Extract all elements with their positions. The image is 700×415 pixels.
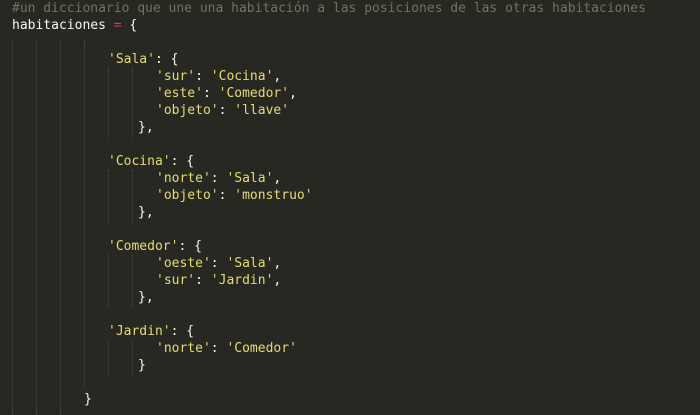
- entry-value: 'Cocina': [210, 69, 274, 84]
- room-close-line: },: [138, 205, 154, 220]
- room-key: 'Sala': [108, 52, 155, 67]
- room-key-line: 'Sala': {: [108, 52, 179, 67]
- entry-key: 'este': [156, 86, 203, 101]
- code-line-declaration: habitaciones = {: [12, 17, 137, 34]
- room-entry-line: 'objeto': 'monstruo': [156, 188, 313, 203]
- entry-key: 'oeste': [156, 256, 211, 271]
- indent-guide: [108, 340, 109, 375]
- room-key: 'Jardin': [108, 324, 171, 339]
- entry-value: 'Sala': [226, 171, 274, 186]
- entry-key: 'sur': [156, 273, 196, 288]
- room-close-line: }: [138, 358, 146, 373]
- entry-key: 'objeto': [156, 103, 219, 118]
- room-entry-line: 'objeto': 'llave': [156, 103, 290, 118]
- indent-guide: [60, 40, 61, 415]
- indent-guide: [132, 340, 133, 375]
- entry-key: 'sur': [156, 69, 196, 84]
- code-editor[interactable]: #un diccionario que une una habitación a…: [0, 0, 700, 415]
- entry-value: 'llave': [234, 103, 290, 118]
- entry-comma: ,: [273, 171, 282, 186]
- room-key-line: 'Jardin': {: [108, 324, 195, 339]
- room-key: 'Cocina': [108, 154, 171, 169]
- close-brace: }: [84, 392, 92, 407]
- room-entry-line: 'oeste': 'Sala',: [156, 256, 282, 271]
- room-key: 'Comedor': [108, 239, 179, 254]
- code-comment-line: #un diccionario que une una habitación a…: [12, 1, 646, 16]
- entry-key: 'objeto': [156, 188, 219, 203]
- entry-value: 'Comedor': [226, 341, 297, 356]
- entry-value: 'Jardin': [210, 273, 274, 288]
- entry-value: 'Sala': [226, 256, 274, 271]
- room-close-line: },: [138, 120, 154, 135]
- entry-comma: ,: [289, 86, 297, 101]
- entry-value: 'Comedor': [218, 86, 290, 101]
- indent-guide: [108, 68, 109, 138]
- indent-guide: [36, 40, 37, 415]
- open-brace: {: [129, 18, 138, 33]
- room-entry-line: 'norte': 'Comedor': [156, 341, 297, 356]
- indent-guide: [108, 255, 109, 307]
- indent-guide: [132, 170, 133, 222]
- indent-guide: [84, 40, 85, 388]
- entry-comma: ,: [273, 273, 282, 288]
- room-entry-line: 'este': 'Comedor',: [156, 86, 297, 101]
- indent-guide: [108, 170, 109, 222]
- assign-operator: =: [113, 18, 122, 33]
- entry-key: 'norte': [156, 171, 211, 186]
- entry-value: 'monstruo': [234, 188, 313, 203]
- room-key-line: 'Cocina': {: [108, 154, 195, 169]
- indent-guide: [132, 68, 133, 138]
- room-entry-line: 'sur': 'Cocina',: [156, 69, 282, 84]
- room-entry-line: 'norte': 'Sala',: [156, 171, 282, 186]
- entry-comma: ,: [273, 256, 282, 271]
- entry-comma: ,: [273, 69, 282, 84]
- room-close-line: },: [138, 290, 154, 305]
- entry-key: 'norte': [156, 341, 211, 356]
- variable-name: habitaciones: [12, 18, 106, 33]
- indent-guide: [12, 40, 13, 415]
- room-key-line: 'Comedor': {: [108, 239, 202, 254]
- room-entry-line: 'sur': 'Jardin',: [156, 273, 282, 288]
- indent-guide: [132, 255, 133, 307]
